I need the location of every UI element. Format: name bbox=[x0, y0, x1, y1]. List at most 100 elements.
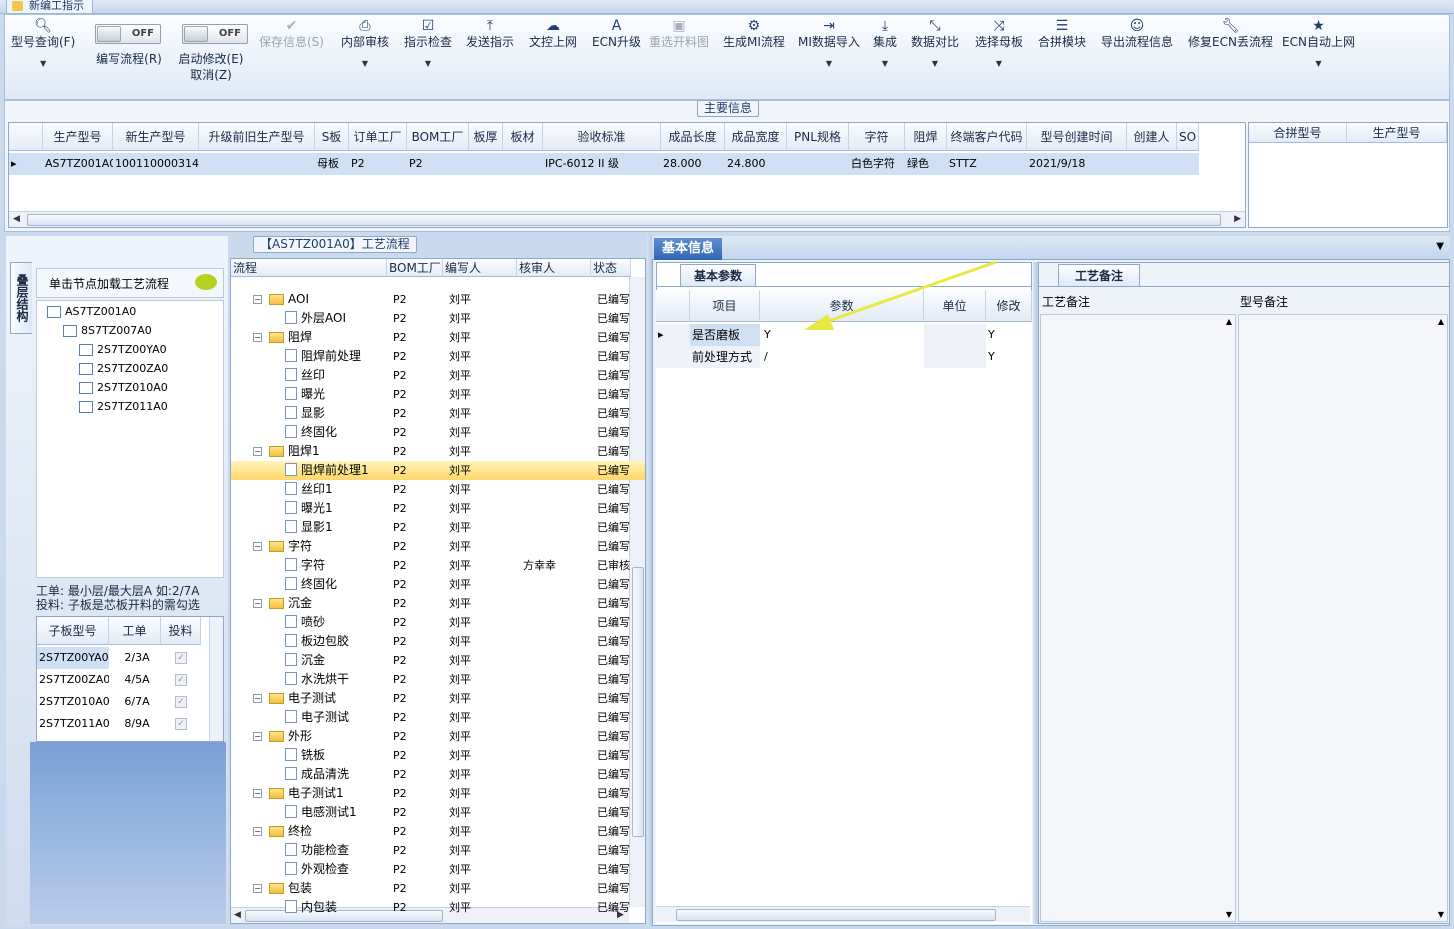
table-cell[interactable]: 2021/9/18 bbox=[1027, 153, 1127, 175]
flow-row[interactable]: − 电子测试 P2 刘平 已编写 bbox=[231, 689, 645, 708]
column-header[interactable]: 状态 bbox=[591, 259, 631, 277]
column-header[interactable]: 板厚 bbox=[469, 123, 503, 151]
flow-row[interactable]: − 沉金 P2 刘平 已编写 bbox=[231, 594, 645, 613]
column-header[interactable]: 阻焊 bbox=[905, 123, 947, 151]
flow-row[interactable]: 成品清洗 P2 刘平 已编写 bbox=[231, 765, 645, 784]
feed-checkbox[interactable]: ✓ bbox=[175, 718, 187, 730]
reselect-material-button[interactable]: ▣ 重选开料图 bbox=[649, 17, 709, 49]
collapse-icon[interactable]: − bbox=[253, 827, 262, 836]
flow-row[interactable]: 显影 P2 刘平 已编写 bbox=[231, 404, 645, 423]
instruction-check-button[interactable]: ☑ 指示检查 ▼ bbox=[404, 17, 452, 71]
flow-row[interactable]: 终固化 P2 刘平 已编写 bbox=[231, 423, 645, 442]
feed-checkbox[interactable]: ✓ bbox=[175, 696, 187, 708]
column-header[interactable]: 升级前旧生产型号 bbox=[199, 123, 315, 151]
table-cell[interactable] bbox=[469, 153, 503, 175]
sub-board-order[interactable]: 8/9A bbox=[111, 713, 161, 735]
column-header[interactable]: 项目 bbox=[690, 290, 760, 322]
flow-row[interactable]: 板边包胶 P2 刘平 已编写 bbox=[231, 632, 645, 651]
column-header[interactable]: 新生产型号 bbox=[113, 123, 199, 151]
model-query-button[interactable]: 🔍︎ 型号查询(F) ▼ bbox=[11, 17, 75, 71]
flow-row[interactable]: 曝光1 P2 刘平 已编写 bbox=[231, 499, 645, 518]
sub-board-model[interactable]: 2S7TZ011A0 bbox=[37, 713, 109, 735]
scroll-down-icon[interactable]: ▼ bbox=[1226, 910, 1232, 919]
collapse-icon[interactable]: − bbox=[253, 884, 262, 893]
table-cell[interactable]: 10011000031468 bbox=[113, 153, 199, 175]
collapse-icon[interactable]: − bbox=[253, 447, 262, 456]
column-header[interactable]: 终端客户代码 bbox=[947, 123, 1027, 151]
column-header[interactable]: BOM工厂 bbox=[387, 259, 443, 277]
flow-row[interactable]: 丝印1 P2 刘平 已编写 bbox=[231, 480, 645, 499]
column-header[interactable]: 验收标准 bbox=[543, 123, 661, 151]
column-header[interactable]: 订单工厂 bbox=[349, 123, 407, 151]
flow-row[interactable]: 曝光 P2 刘平 已编写 bbox=[231, 385, 645, 404]
param-unit[interactable] bbox=[924, 346, 986, 368]
column-header[interactable]: 流程 bbox=[231, 259, 387, 277]
flow-row[interactable]: − 包装 P2 刘平 已编写 bbox=[231, 879, 645, 898]
dropdown-icon[interactable]: ▼ bbox=[1436, 241, 1444, 252]
flow-row[interactable]: 丝印 P2 刘平 已编写 bbox=[231, 366, 645, 385]
column-header[interactable]: 创建人 bbox=[1127, 123, 1177, 151]
column-header[interactable]: 生产型号 bbox=[43, 123, 113, 151]
table-cell[interactable]: 母板 bbox=[315, 153, 349, 175]
column-header[interactable]: 合拼型号 bbox=[1249, 123, 1347, 143]
param-value[interactable]: / bbox=[762, 346, 924, 368]
scroll-up-icon[interactable]: ▲ bbox=[1438, 317, 1444, 326]
table-cell[interactable]: 白色字符 bbox=[849, 153, 905, 175]
merge-module-button[interactable]: ☰ 合拼模块 bbox=[1038, 17, 1086, 49]
column-header[interactable]: 板材 bbox=[503, 123, 543, 151]
document-tab[interactable]: 新编工指示 bbox=[6, 0, 93, 14]
param-item[interactable]: 前处理方式 bbox=[690, 346, 760, 368]
scroll-thumb[interactable] bbox=[676, 909, 996, 921]
export-flow-button[interactable]: ☺ 导出流程信息 bbox=[1101, 17, 1173, 49]
flow-row[interactable]: − 阻焊 P2 刘平 已编写 bbox=[231, 328, 645, 347]
sub-board-order[interactable]: 2/3A bbox=[111, 647, 161, 669]
flow-row[interactable]: 阻焊前处理1 P2 刘平 已编写 bbox=[231, 461, 645, 480]
data-compare-button[interactable]: ⤡ 数据对比 ▼ bbox=[911, 17, 959, 71]
column-header[interactable]: PNL规格 bbox=[787, 123, 849, 151]
table-cell[interactable] bbox=[199, 153, 315, 175]
process-remark-textarea[interactable]: ▲ ▼ bbox=[1040, 314, 1236, 922]
sub-board-order[interactable]: 6/7A bbox=[111, 691, 161, 713]
table-cell[interactable]: AS7TZ001A0 bbox=[43, 153, 113, 175]
main-grid-hscrollbar[interactable]: ◀ ▶ bbox=[9, 211, 1245, 227]
tab-stackup[interactable]: 叠层结构 bbox=[10, 262, 32, 334]
save-info-button[interactable]: ✔ 保存信息(S) bbox=[259, 17, 324, 49]
scroll-up-icon[interactable]: ▲ bbox=[1226, 317, 1232, 326]
repair-ecn-button[interactable]: 🔧︎ 修复ECN丢流程 bbox=[1188, 17, 1273, 49]
flow-row[interactable]: 沉金 P2 刘平 已编写 bbox=[231, 651, 645, 670]
column-header[interactable]: 子板型号 bbox=[37, 617, 109, 645]
tab-basic-params[interactable]: 基本参数 bbox=[680, 264, 756, 286]
column-header[interactable]: 生产型号 bbox=[1347, 123, 1447, 143]
collapse-icon[interactable]: − bbox=[253, 333, 262, 342]
column-header[interactable]: 成品长度 bbox=[661, 123, 725, 151]
tree-node[interactable]: 2S7TZ00ZA0 bbox=[79, 362, 168, 376]
table-cell[interactable] bbox=[787, 153, 849, 175]
model-remark-textarea[interactable]: ▲ ▼ bbox=[1238, 314, 1448, 922]
sub-board-model[interactable]: 2S7TZ00YA0 bbox=[37, 647, 109, 669]
integrate-button[interactable]: ⤓ 集成 ▼ bbox=[873, 17, 897, 71]
collapse-icon[interactable]: − bbox=[253, 295, 262, 304]
flow-row[interactable]: 外层AOI P2 刘平 已编写 bbox=[231, 309, 645, 328]
flow-row[interactable]: − AOI P2 刘平 已编写 bbox=[231, 290, 645, 309]
param-modified[interactable]: Y bbox=[986, 346, 1030, 368]
scroll-down-icon[interactable]: ▼ bbox=[1438, 910, 1444, 919]
flow-row[interactable]: 功能检查 P2 刘平 已编写 bbox=[231, 841, 645, 860]
flow-row[interactable]: − 外形 P2 刘平 已编写 bbox=[231, 727, 645, 746]
tree-node[interactable]: 8S7TZ007A0 bbox=[63, 324, 152, 338]
table-cell[interactable]: 绿色 bbox=[905, 153, 947, 175]
column-header[interactable]: 工单 bbox=[109, 617, 161, 645]
tree-node[interactable]: 2S7TZ00YA0 bbox=[79, 343, 167, 357]
flow-row[interactable]: 电感测试1 P2 刘平 已编写 bbox=[231, 803, 645, 822]
send-instruction-button[interactable]: ⤒ 发送指示 bbox=[466, 17, 514, 49]
select-mother-button[interactable]: ⤨ 选择母板 ▼ bbox=[975, 17, 1023, 71]
column-header[interactable]: 型号创建时间 bbox=[1027, 123, 1127, 151]
cancel-label[interactable]: 取消(Z) bbox=[171, 67, 251, 83]
basic-info-title[interactable]: 基本信息 bbox=[654, 238, 722, 260]
column-header[interactable]: 成品宽度 bbox=[725, 123, 787, 151]
collapse-icon[interactable]: − bbox=[253, 694, 262, 703]
flow-row[interactable]: − 字符 P2 刘平 已编写 bbox=[231, 537, 645, 556]
flow-row[interactable]: 字符 P2 刘平 方幸幸 已审核 bbox=[231, 556, 645, 575]
ecn-auto-upload-button[interactable]: ★ ECN自动上网 ▼ bbox=[1282, 17, 1355, 71]
flow-row[interactable]: 铣板 P2 刘平 已编写 bbox=[231, 746, 645, 765]
feed-checkbox[interactable]: ✓ bbox=[175, 674, 187, 686]
